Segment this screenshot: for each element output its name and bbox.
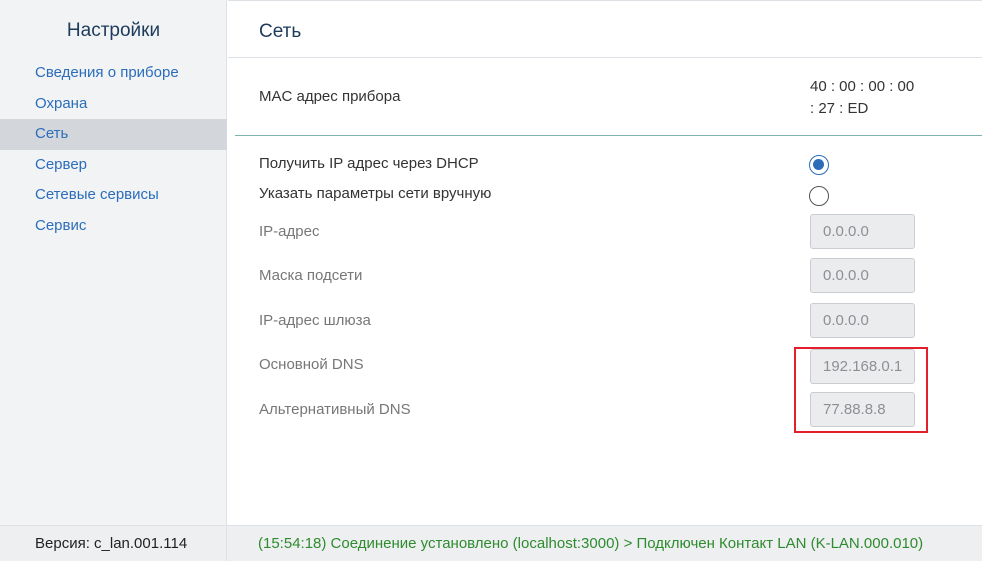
- sidebar-item-network-services[interactable]: Сетевые сервисы: [0, 180, 227, 211]
- version-label: Версия: c_lan.001.114: [35, 535, 188, 552]
- sidebar-item-network[interactable]: Сеть: [0, 119, 227, 150]
- manual-option-label: Указать параметры сети вручную: [259, 185, 492, 202]
- sidebar-item-server[interactable]: Сервер: [0, 150, 227, 181]
- page-title: Сеть: [259, 21, 302, 42]
- subnet-mask-field[interactable]: 0.0.0.0: [810, 258, 915, 293]
- mac-address-label: MAC адрес прибора: [259, 88, 401, 105]
- secondary-dns-label: Альтернативный DNS: [259, 401, 411, 418]
- connection-status: (15:54:18) Соединение установлено (local…: [258, 535, 924, 552]
- mac-address-value: 40 : 00 : 00 : 00 : 27 : ED: [810, 76, 930, 120]
- dhcp-option-label: Получить IP адрес через DHCP: [259, 155, 479, 172]
- mac-address-value-line1: 40 : 00 : 00 : 00: [810, 78, 915, 95]
- network-settings-panel: Сеть MAC адрес прибора 40 : 00 : 00 : 00…: [228, 0, 982, 525]
- mac-address-value-line2: : 27 : ED: [810, 100, 869, 117]
- sidebar-item-device-info[interactable]: Сведения о приборе: [0, 58, 227, 89]
- secondary-dns-field[interactable]: 77.88.8.8: [810, 392, 915, 427]
- sidebar-item-security[interactable]: Охрана: [0, 89, 227, 120]
- section-divider: [235, 135, 982, 136]
- settings-sidebar: Настройки Сведения о приборе Охрана Сеть…: [0, 0, 227, 525]
- sidebar-item-service[interactable]: Сервис: [0, 211, 227, 242]
- dhcp-radio[interactable]: [809, 155, 829, 175]
- manual-radio[interactable]: [809, 186, 829, 206]
- primary-dns-label: Основной DNS: [259, 356, 364, 373]
- ip-address-label: IP-адрес: [259, 223, 320, 240]
- gateway-field[interactable]: 0.0.0.0: [810, 303, 915, 338]
- top-divider: [228, 0, 982, 1]
- subnet-mask-label: Маска подсети: [259, 267, 363, 284]
- sidebar-nav: Сведения о приборе Охрана Сеть Сервер Се…: [0, 58, 227, 241]
- title-divider: [228, 57, 982, 58]
- sidebar-title: Настройки: [66, 20, 161, 41]
- status-bar: Версия: c_lan.001.114 (15:54:18) Соедине…: [0, 525, 982, 561]
- gateway-label: IP-адрес шлюза: [259, 312, 371, 329]
- ip-address-field[interactable]: 0.0.0.0: [810, 214, 915, 249]
- version-panel: Версия: c_lan.001.114: [0, 526, 227, 561]
- primary-dns-field[interactable]: 192.168.0.1: [810, 349, 915, 384]
